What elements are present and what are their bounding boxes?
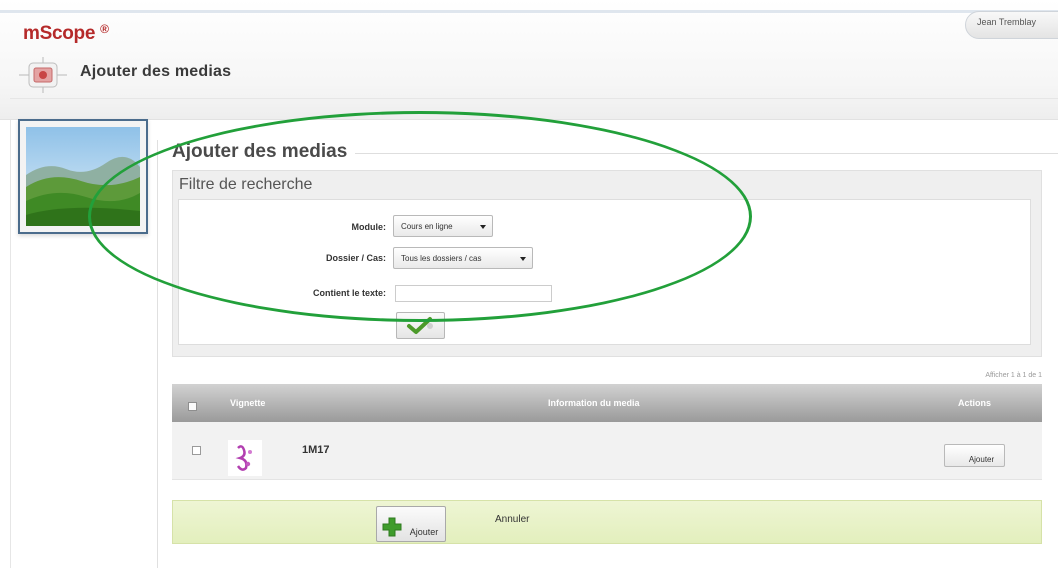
cancel-link[interactable]: Annuler (495, 514, 529, 525)
green-plus-icon (382, 517, 402, 537)
column-header-actions: Actions (958, 398, 992, 408)
page-title: Ajouter des medias (80, 63, 232, 80)
sidebar-divider (10, 120, 11, 568)
pagination-info: Afficher 1 à 1 de 1 (985, 372, 1042, 379)
action-bar (172, 500, 1042, 544)
top-bar (0, 0, 1058, 120)
top-rule (0, 10, 1058, 13)
brand-mark: ® (100, 22, 109, 36)
media-frame-icon (19, 57, 67, 93)
header-divider (10, 98, 1058, 99)
add-media-button[interactable]: Ajouter (944, 444, 1005, 467)
brand-name: mScope (23, 23, 96, 44)
app-brand[interactable]: mScope ® (23, 22, 109, 45)
select-all-checkbox[interactable] (188, 402, 197, 411)
column-header-info[interactable]: Information du media (548, 398, 640, 408)
row-checkbox[interactable] (192, 446, 201, 455)
media-title: 1M17 (302, 444, 330, 456)
media-thumbnail-icon[interactable] (228, 440, 262, 476)
grid-header: Vignette Information du media Actions (172, 384, 1042, 422)
highlight-ellipse (88, 111, 752, 322)
column-header-thumbnail[interactable]: Vignette (230, 398, 265, 408)
user-menu[interactable]: Jean Tremblay (965, 11, 1058, 39)
